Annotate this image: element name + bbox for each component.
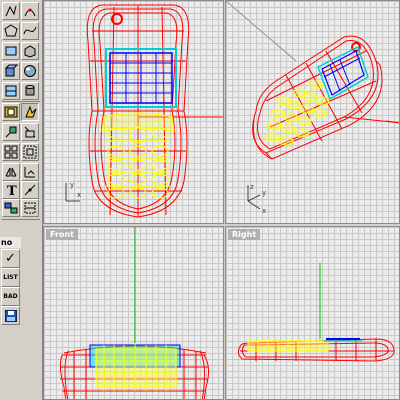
svg-text:x: x — [262, 207, 266, 215]
arc-icon — [24, 8, 36, 17]
extrude-icon — [24, 45, 36, 58]
layer-icon — [24, 202, 36, 214]
svg-text:z: z — [250, 183, 254, 191]
tool-palette: T no ✓ LIST BAD — [0, 0, 43, 400]
trim-icon — [5, 126, 17, 138]
front-viewport[interactable]: Front — [43, 226, 224, 400]
transform-tool-button[interactable] — [21, 103, 39, 121]
split-tool-button[interactable] — [21, 123, 39, 141]
mode-label: no — [0, 237, 21, 248]
phone-body-wire — [86, 4, 190, 218]
curve-icon — [23, 26, 37, 35]
render-tool-button[interactable] — [2, 199, 20, 217]
box-icon — [4, 64, 18, 77]
text-tool-button[interactable]: T — [2, 181, 20, 199]
bad-button[interactable]: BAD — [1, 287, 20, 306]
curve-tool-button[interactable] — [21, 22, 39, 40]
top-viewport[interactable]: y x — [43, 0, 224, 224]
group-tool-button[interactable] — [21, 143, 39, 161]
top-view-wireframe: y x — [65, 4, 223, 218]
layer-tool-button[interactable] — [21, 199, 39, 217]
surface-tool-button[interactable] — [2, 82, 20, 100]
cylinder-tool-button[interactable] — [21, 82, 39, 100]
polyline-tool-button[interactable] — [2, 2, 20, 20]
mirror-icon — [5, 167, 17, 177]
analyze-icon — [24, 184, 36, 196]
keypad-wire — [89, 343, 181, 391]
save-icon — [5, 310, 17, 322]
svg-text:T: T — [7, 184, 17, 197]
sphere-icon — [24, 65, 36, 77]
svg-text:x: x — [77, 191, 81, 199]
check-button[interactable]: ✓ — [1, 249, 20, 268]
front-view-wireframe — [59, 227, 210, 399]
x-axis-line — [343, 116, 399, 124]
analyze-tool-button[interactable] — [21, 181, 39, 199]
right-viewport[interactable]: Right — [225, 226, 400, 400]
transform-icon — [25, 105, 37, 118]
extrude-tool-button[interactable] — [21, 42, 39, 60]
right-view-wireframe — [237, 263, 395, 362]
dimension-tool-button[interactable] — [21, 163, 39, 181]
toolbar-separator — [2, 101, 40, 102]
surface-icon — [5, 85, 17, 97]
screen-wire — [105, 48, 177, 108]
polygon-tool-button[interactable] — [2, 22, 20, 40]
render-icon — [4, 202, 18, 214]
split-icon — [24, 126, 36, 138]
text-icon: T — [7, 184, 17, 197]
perspective-guide-line — [226, 1, 297, 62]
box-tool-button[interactable] — [2, 62, 20, 80]
dimension-icon — [24, 167, 35, 178]
svg-text:y: y — [262, 189, 266, 197]
trim-tool-button[interactable] — [2, 123, 20, 141]
mirror-tool-button[interactable] — [2, 163, 20, 181]
svg-text:y: y — [70, 181, 74, 189]
polygon-icon — [4, 24, 18, 37]
rectangle-icon — [5, 46, 17, 56]
axis-triad: y x — [65, 181, 81, 202]
toolbar-separator — [2, 219, 40, 220]
group-icon — [23, 145, 37, 159]
array-tool-button[interactable] — [2, 143, 20, 161]
boolean-icon — [4, 106, 18, 118]
cylinder-icon — [25, 85, 35, 96]
perspective-viewport[interactable]: z y x — [225, 0, 400, 224]
arc-tool-button[interactable] — [21, 2, 39, 20]
save-button[interactable] — [1, 306, 20, 325]
axis-triad: z y x — [247, 183, 266, 215]
polyline-icon — [5, 5, 17, 17]
rectangle-tool-button[interactable] — [2, 42, 20, 60]
perspective-view-wireframe: z y x — [226, 1, 399, 215]
array-icon — [4, 145, 18, 159]
sphere-tool-button[interactable] — [21, 62, 39, 80]
list-button[interactable]: LIST — [1, 268, 20, 287]
boolean-tool-button[interactable] — [2, 103, 20, 121]
